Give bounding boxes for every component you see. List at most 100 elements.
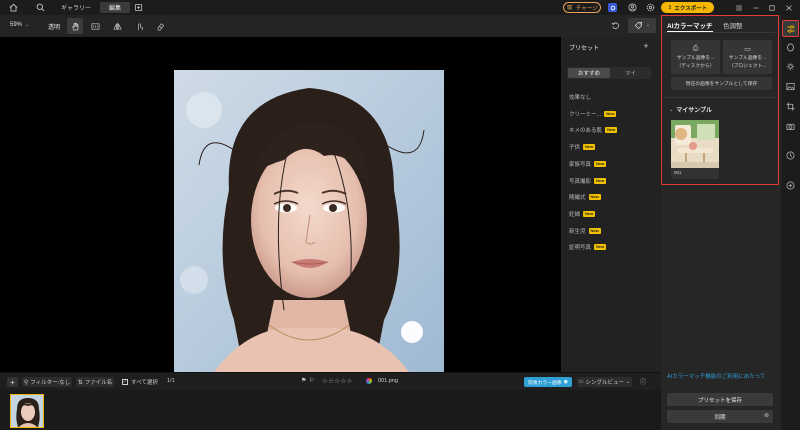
crop-icon[interactable]: [785, 101, 796, 112]
app-badge-icon[interactable]: [608, 3, 617, 12]
new-badge: New: [588, 227, 601, 234]
new-badge: New: [605, 127, 618, 134]
preset-item[interactable]: 子供 New: [569, 143, 596, 151]
tab-gallery-label: ギャラリー: [60, 6, 91, 12]
transparency-toggle[interactable]: 透明: [48, 22, 60, 31]
preset-item[interactable]: 写真撮影 New: [569, 177, 607, 185]
account-icon[interactable]: [627, 2, 638, 13]
tag-icon: [634, 21, 642, 30]
select-all-checkbox[interactable]: ✓ すべて選択: [122, 378, 158, 386]
export-icon: ⇪: [667, 4, 673, 11]
sync-button[interactable]: 同期 ⊗: [667, 410, 773, 423]
sync-label: 同期: [714, 414, 726, 421]
close-icon[interactable]: [783, 2, 794, 13]
thumbnail-image: [11, 395, 43, 427]
preset-item[interactable]: 妊婦 New: [569, 210, 596, 218]
preset-item-label: クリーミー...: [569, 111, 602, 118]
preset-title: プリセット: [569, 46, 600, 52]
undo-icon[interactable]: [610, 20, 621, 31]
face-retouch-icon[interactable]: [785, 42, 796, 53]
search-icon[interactable]: [35, 2, 46, 13]
add-tool-icon[interactable]: [785, 180, 796, 191]
eraser-icon[interactable]: [155, 21, 165, 31]
single-view-label: シングルビュー: [585, 380, 625, 386]
light-icon[interactable]: [785, 61, 796, 72]
new-badge: New: [594, 160, 607, 167]
preset-item-label: 妊婦: [569, 211, 581, 218]
compare-view-icon[interactable]: [90, 21, 100, 31]
new-badge: New: [604, 110, 617, 117]
flip-icon[interactable]: [112, 21, 122, 31]
restore-icon[interactable]: [766, 2, 777, 13]
export-button[interactable]: ⇪ エクスポート: [661, 2, 714, 13]
charge-button[interactable]: 🛒︎ チャージ: [563, 2, 601, 13]
preset-tabs: おすすめ マイ: [567, 67, 651, 79]
transparency-label: 透明: [48, 25, 61, 31]
preset-item-label: 効果なし: [569, 95, 592, 101]
new-badge: New: [588, 194, 601, 201]
info-icon[interactable]: ⓘ: [640, 377, 646, 386]
preset-item-label: 写真撮影: [569, 178, 592, 185]
chevron-down-icon: ⌄: [645, 22, 651, 28]
usage-notice-link-label: AIカラーマッチ機能のご利用にあたって: [667, 374, 766, 380]
preset-item-label: 証明写真: [569, 245, 592, 252]
preset-panel: プリセット + おすすめ マイ 効果なし クリーミー... New キメのある肌 New…: [561, 37, 661, 372]
edited-photo[interactable]: [174, 70, 444, 372]
checkbox-icon: ✓: [122, 379, 128, 385]
add-image-icon[interactable]: +: [7, 377, 18, 387]
usage-notice-link[interactable]: AIカラーマッチ機能のご利用にあたって: [667, 372, 765, 380]
sort-by-filename-button[interactable]: ⇅ ファイル名: [76, 377, 114, 387]
tab-edit[interactable]: 編集: [100, 2, 130, 13]
camera-icon[interactable]: [785, 121, 796, 132]
view-mode-dropdown[interactable]: ▭ シングルビュー ⌄: [577, 377, 632, 387]
new-tab-icon[interactable]: [133, 2, 144, 13]
reject-flag-icon[interactable]: ⚐: [309, 377, 314, 384]
tab-recommended[interactable]: おすすめ: [568, 68, 610, 78]
sync-settings-icon[interactable]: ⊗: [764, 412, 769, 419]
chevron-down-icon: ⌄: [25, 22, 30, 28]
preset-item-label: 随撮式: [569, 195, 586, 202]
preset-item-label: 家族写真: [569, 161, 592, 168]
color-label-icon[interactable]: [366, 378, 372, 384]
cart-icon: 🛒︎: [566, 5, 574, 11]
tab-gallery[interactable]: ギャラリー: [55, 2, 97, 13]
tab-mine[interactable]: マイ: [611, 68, 650, 78]
minimize-icon[interactable]: [750, 2, 761, 13]
flag-icon[interactable]: ⚑: [301, 377, 306, 384]
new-badge: New: [594, 177, 607, 184]
preset-item[interactable]: キメのある肌 New: [569, 126, 618, 135]
zoom-select[interactable]: 59% ⌄: [10, 22, 29, 28]
chevron-down-icon: ⌄: [626, 379, 631, 385]
touch-icon[interactable]: [134, 21, 144, 31]
history-icon[interactable]: [785, 150, 796, 161]
preset-item[interactable]: 家族写真 New: [569, 160, 607, 168]
sort-filename-label: ファイル名: [84, 380, 113, 386]
preset-item-label: キメのある肌: [569, 128, 603, 135]
single-view-icon: ▭: [578, 379, 584, 385]
tool-icon-strip: [781, 15, 800, 430]
preset-item[interactable]: クリーミー... New: [569, 110, 617, 118]
hand-tool-icon[interactable]: [67, 18, 83, 34]
preset-item[interactable]: 新生児 New: [569, 227, 601, 235]
add-preset-icon[interactable]: +: [641, 41, 651, 51]
preset-item[interactable]: 随撮式 New: [569, 193, 601, 201]
filmstrip-thumbnail[interactable]: [10, 394, 44, 428]
image-icon[interactable]: [785, 81, 796, 92]
preset-item-label: 新生児: [569, 228, 586, 235]
menu-icon[interactable]: [733, 2, 744, 13]
filmstrip: [0, 390, 661, 430]
auto-adjust-dropdown[interactable]: ⌄: [628, 18, 656, 33]
bottom-bar: + ⚲ フィルター:なし ⇅ ファイル名 ✓ すべて選択 1/1 ⚑ ⚐ ☆☆☆…: [0, 372, 661, 390]
save-preset-button[interactable]: プリセットを保存: [667, 393, 773, 406]
before-after-toggle[interactable]: 前後カラー画像 ◉: [524, 377, 572, 387]
home-icon[interactable]: [8, 2, 19, 13]
new-badge: New: [583, 210, 596, 217]
preset-item[interactable]: 証明写真 New: [569, 243, 607, 252]
filter-dropdown[interactable]: ⚲ フィルター:なし: [22, 377, 72, 387]
rating-stars[interactable]: ☆☆☆☆☆: [322, 377, 353, 385]
preset-item[interactable]: 効果なし: [569, 93, 591, 101]
tab-mine-label: マイ: [624, 71, 636, 77]
charge-label: チャージ: [575, 5, 598, 12]
settings-icon[interactable]: [645, 2, 656, 13]
adjust-sliders-icon[interactable]: [782, 20, 799, 37]
